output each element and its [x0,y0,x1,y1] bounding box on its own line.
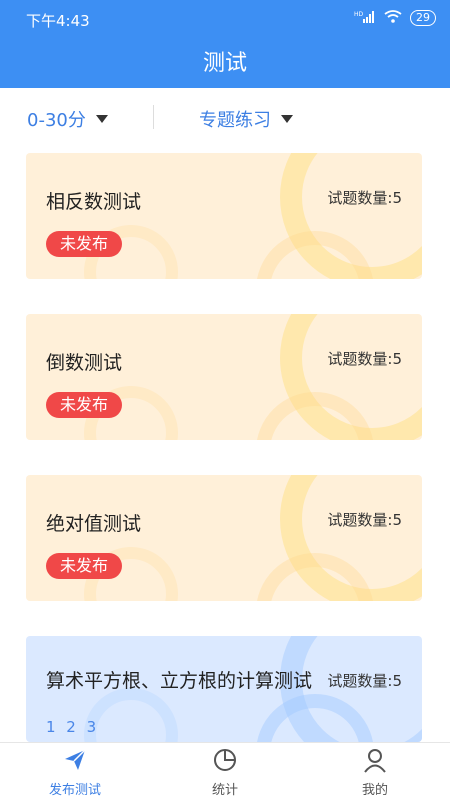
score-filter-dropdown[interactable]: 0-30分 [27,106,108,132]
chevron-down-icon [95,115,108,123]
status-time: 下午4:43 [26,12,90,30]
tab-label: 发布测试 [48,783,101,798]
tab-label: 我的 [361,783,388,798]
send-icon [62,749,88,777]
test-title: 倒数测试 [46,352,123,374]
tab-mine[interactable]: 我的 [300,747,450,798]
svg-text:HD: HD [354,11,364,18]
page-title: 测试 [0,40,450,88]
type-filter-label: 专题练习 [199,110,271,131]
signal-icon: HD [354,10,376,26]
filter-divider [153,105,154,129]
question-count: 试题数量:5 [327,511,402,529]
question-count: 试题数量:5 [327,350,402,368]
status-badge: 未发布 [46,392,123,418]
tab-publish-test[interactable]: 发布测试 [0,747,150,798]
bottom-tab-bar: 发布测试 统计 我的 [0,742,450,801]
wifi-icon [384,10,402,26]
test-title: 绝对值测试 [46,513,142,535]
question-count: 试题数量:5 [327,672,402,690]
test-card[interactable]: 绝对值测试 试题数量:5 未发布 [26,475,422,601]
pie-chart-icon [212,749,238,777]
status-icons: HD 29 [354,10,436,26]
test-title: 算术平方根、立方根的计算测试 [46,670,313,692]
battery-indicator: 29 [410,10,436,26]
test-subtitle: 1 2 3 [46,718,100,736]
status-badge: 未发布 [46,231,123,257]
status-bar: 下午4:43 HD 29 [0,0,450,40]
test-title: 相反数测试 [46,191,142,213]
tab-label: 统计 [211,783,238,798]
filter-bar: 0-30分 专题练习 [0,88,450,148]
test-card[interactable]: 倒数测试 试题数量:5 未发布 [26,314,422,440]
status-badge: 未发布 [46,553,123,579]
type-filter-dropdown[interactable]: 专题练习 [199,106,293,132]
user-icon [362,749,388,777]
score-filter-label: 0-30分 [27,110,86,131]
test-card[interactable]: 相反数测试 试题数量:5 未发布 [26,153,422,279]
tab-statistics[interactable]: 统计 [150,747,300,798]
question-count: 试题数量:5 [327,189,402,207]
chevron-down-icon [281,115,293,123]
test-card[interactable]: 算术平方根、立方根的计算测试 试题数量:5 1 2 3 [26,636,422,742]
